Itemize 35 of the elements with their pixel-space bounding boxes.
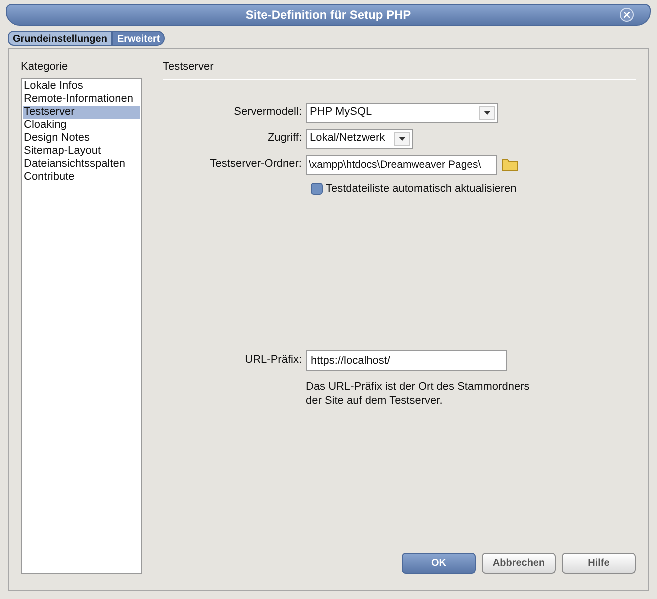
tab[interactable]: Grundeinstellungen: [8, 31, 112, 46]
field-label: URL-Präfix:: [244, 353, 303, 368]
close-button[interactable]: [620, 8, 634, 22]
dialog-button[interactable]: Abbrechen: [482, 553, 556, 574]
dropdown-value: PHP MySQL: [310, 105, 372, 120]
checkbox-label: Testdateiliste automatisch aktualisieren: [326, 182, 517, 196]
dialog-button[interactable]: Hilfe: [562, 553, 636, 574]
field-label: Testserver-Ordner:: [209, 157, 303, 172]
dropdown[interactable]: Lokal/Netzwerk: [306, 128, 413, 148]
url-prefix-field[interactable]: https://localhost/: [306, 350, 507, 371]
dropdown-button[interactable]: [479, 106, 495, 120]
dropdown-value: Lokal/Netzwerk: [310, 131, 386, 146]
category-item[interactable]: Contribute: [23, 170, 140, 184]
category-item[interactable]: Testserver: [23, 106, 140, 118]
checkbox[interactable]: [311, 182, 323, 195]
dropdown[interactable]: PHP MySQL: [306, 102, 498, 122]
field-label: Servermodell:: [233, 105, 303, 120]
field-label: Zugriff:: [266, 131, 303, 146]
caret-icon: [484, 110, 490, 114]
help-text: Das URL-Präfix ist der Ort des Stammordners der Site auf dem Testserver.: [306, 380, 531, 408]
caret-icon: [398, 136, 406, 140]
section-title: Testserver: [163, 60, 215, 75]
category-item[interactable]: Design Notes: [23, 132, 140, 144]
category-item[interactable]: Dateiansichtsspalten: [23, 158, 140, 170]
window-title: Site-Definition für Setup PHP: [246, 7, 412, 24]
category-item[interactable]: Lokale Infos: [23, 80, 140, 92]
sidebar-heading: Kategorie: [21, 60, 70, 75]
tab[interactable]: Erweitert: [112, 31, 166, 46]
category-item[interactable]: Remote-Informationen: [23, 92, 140, 106]
close-icon: [624, 12, 630, 18]
category-item[interactable]: Cloaking: [23, 118, 140, 132]
folder-path-field[interactable]: \xampp\htdocs\Dreamweaver Pages\: [306, 154, 497, 174]
dropdown-button[interactable]: [394, 132, 410, 146]
folder-icon[interactable]: [502, 158, 519, 171]
category-item[interactable]: Sitemap-Layout: [23, 144, 140, 158]
